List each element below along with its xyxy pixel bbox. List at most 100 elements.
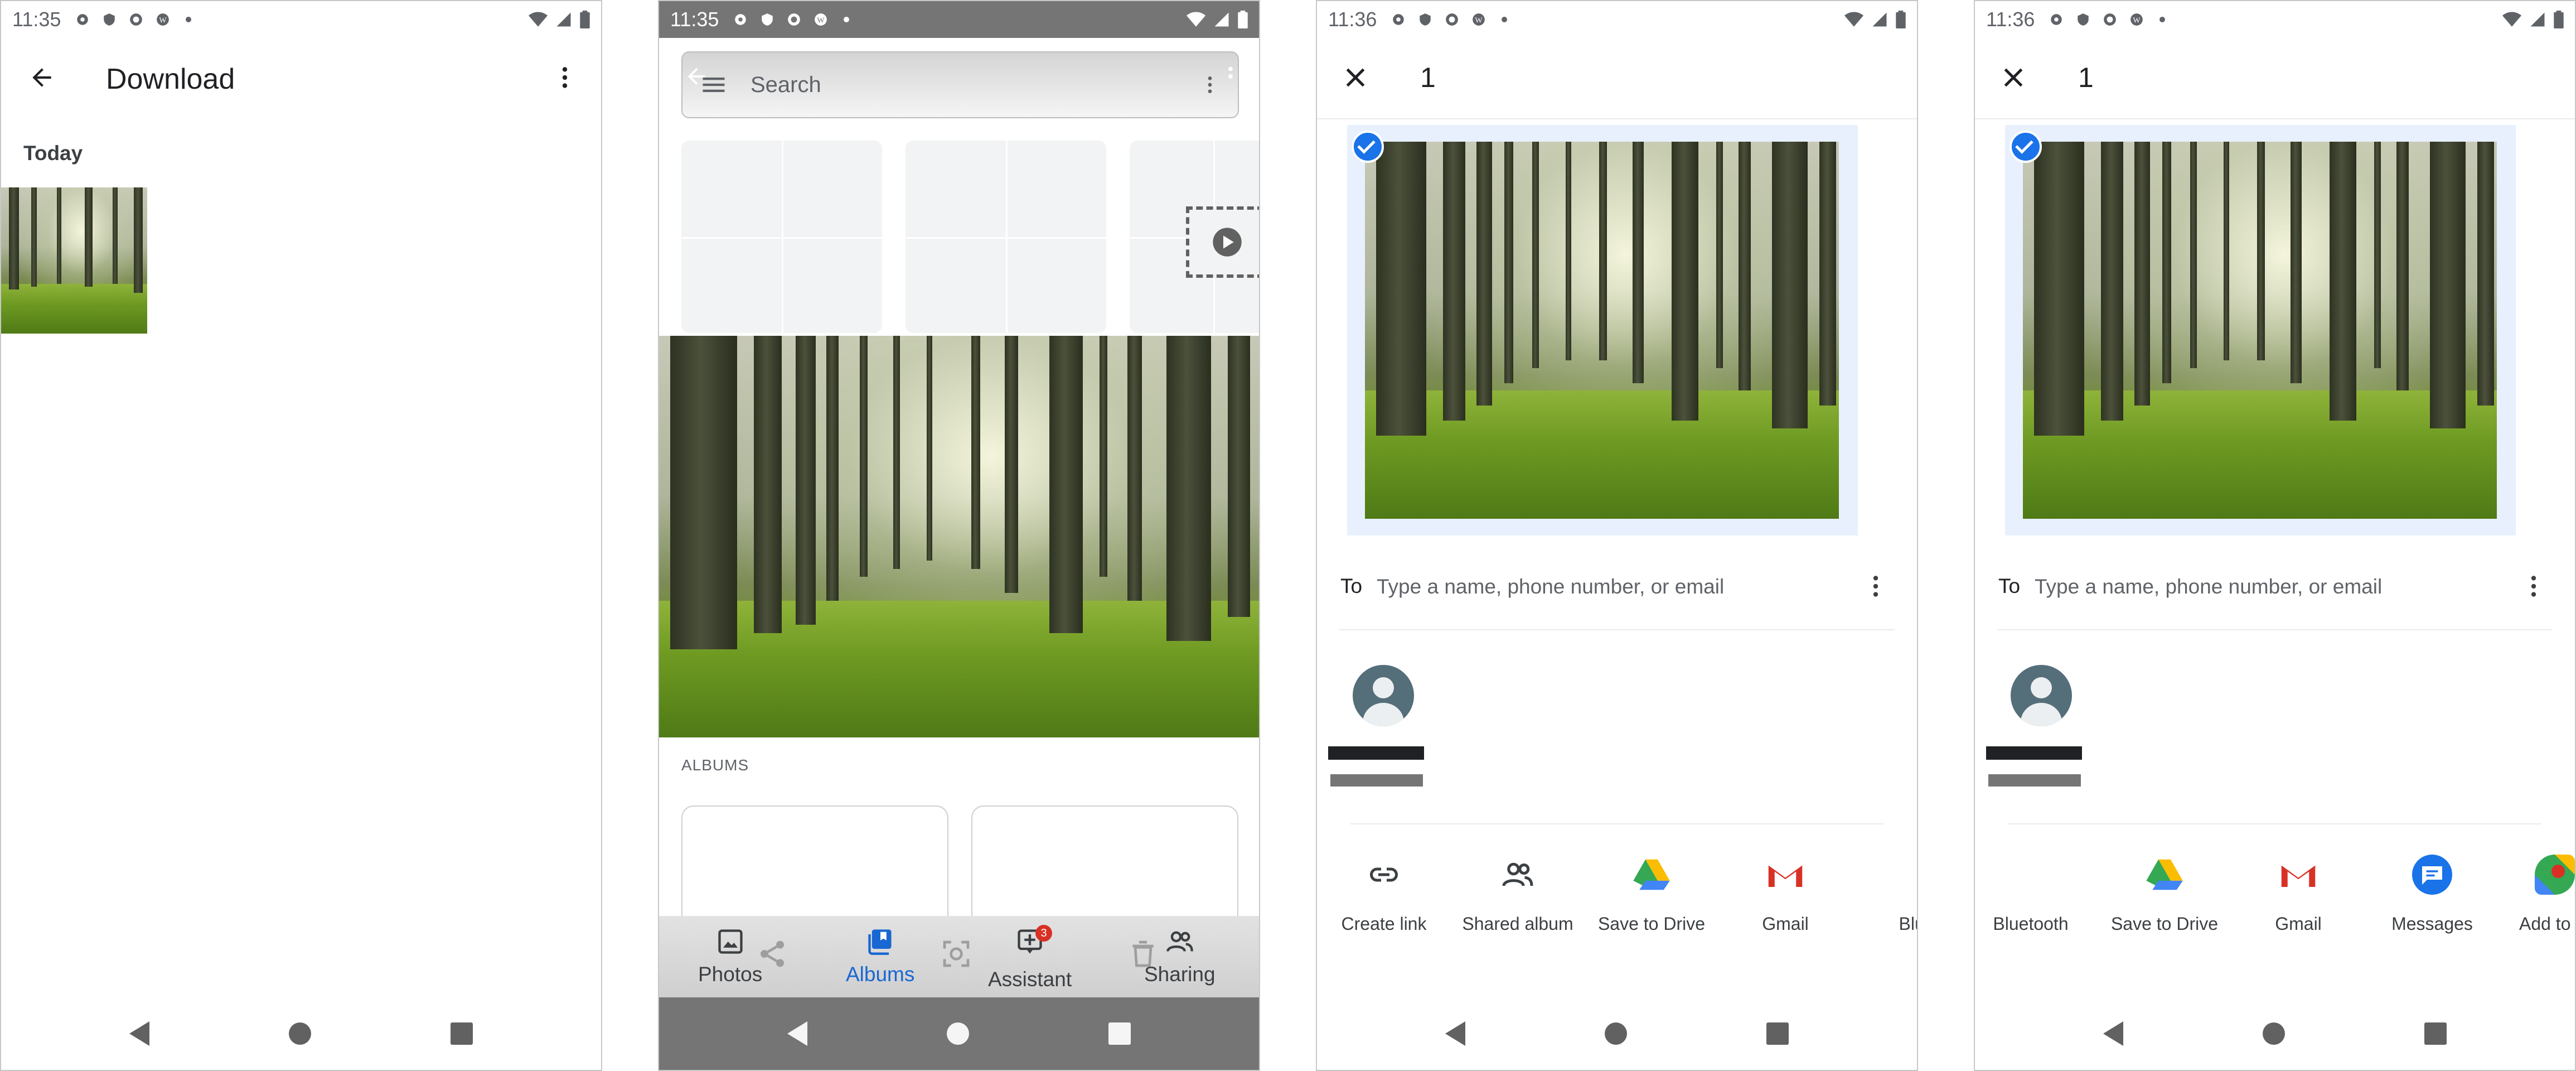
album-thumbnail-grid[interactable] xyxy=(681,141,882,333)
play-icon[interactable] xyxy=(1212,226,1243,258)
nav-recents-button[interactable] xyxy=(1108,1022,1131,1045)
more-options-icon[interactable] xyxy=(551,64,579,91)
lens-icon[interactable] xyxy=(941,938,972,969)
nav-home-button[interactable] xyxy=(1605,1022,1627,1045)
more-options-icon[interactable] xyxy=(2522,572,2545,600)
shield-icon xyxy=(104,13,115,26)
tab-assistant[interactable]: 3 Assistant xyxy=(988,925,1072,991)
gmail-icon xyxy=(2281,865,2316,887)
albums-icon xyxy=(868,929,892,955)
wifi-icon xyxy=(1844,12,1863,27)
share-app-create-link[interactable]: Create link xyxy=(1328,855,1440,934)
app-label: Gmail xyxy=(2275,914,2322,934)
nav-back-button[interactable] xyxy=(787,1021,807,1046)
system-nav-bar xyxy=(1975,997,2575,1070)
selected-photo[interactable] xyxy=(1365,142,1839,519)
selected-check-icon[interactable] xyxy=(2010,131,2042,163)
to-label: To xyxy=(1998,575,2021,597)
tab-albums[interactable]: Albums xyxy=(846,927,914,986)
link-icon xyxy=(1370,867,1398,882)
tab-sharing[interactable]: Sharing xyxy=(1144,927,1216,986)
vpn-icon xyxy=(788,13,801,26)
notification-dot-icon xyxy=(844,17,850,22)
recipient-input[interactable] xyxy=(1376,572,1835,601)
photo-preview[interactable] xyxy=(659,336,1259,737)
page-title: Download xyxy=(106,63,235,95)
selected-count: 1 xyxy=(2078,62,2094,93)
divider xyxy=(1975,118,2575,119)
battery-icon xyxy=(1896,11,1906,28)
svg-text:W: W xyxy=(817,16,825,25)
settings-icon xyxy=(1393,14,1405,25)
search-bar[interactable]: Search xyxy=(681,51,1239,118)
app-label: Save to Drive xyxy=(1597,914,1706,934)
nav-back-button[interactable] xyxy=(1445,1021,1465,1046)
share-app-bluetooth[interactable]: Bluetooth xyxy=(1975,855,2086,934)
wordpress-icon: W xyxy=(157,13,170,26)
shield-icon xyxy=(2078,13,2089,26)
signal-icon xyxy=(1872,12,1887,27)
nav-recents-button[interactable] xyxy=(1766,1022,1789,1045)
nav-back-button[interactable] xyxy=(2103,1021,2123,1046)
maps-icon xyxy=(2535,855,2575,895)
share-sheet-screen: 11:36 W 1 To Type a name, phone number, … xyxy=(1316,0,1918,1071)
bottom-tab-bar: Photos Albums 3 Assistant Sharing xyxy=(659,916,1259,1000)
signal-icon xyxy=(556,12,571,27)
close-icon[interactable] xyxy=(1342,64,1369,91)
selected-check-icon[interactable] xyxy=(1352,131,1384,163)
share-app-save-to-drive[interactable]: Save to Drive xyxy=(1596,855,1707,934)
close-icon[interactable] xyxy=(1999,64,2027,91)
contact-avatar[interactable] xyxy=(1353,665,1414,726)
share-app-save-to-drive[interactable]: Save to Drive xyxy=(2109,855,2220,934)
more-options-icon[interactable] xyxy=(1199,70,1221,99)
share-app-bluetooth[interactable]: Bluet xyxy=(1863,855,1917,934)
app-label: Create link xyxy=(1341,914,1427,934)
more-options-icon[interactable] xyxy=(1865,572,1887,600)
album-card[interactable] xyxy=(971,805,1238,918)
search-placeholder[interactable]: Search xyxy=(750,73,821,98)
status-time: 11:35 xyxy=(670,8,719,31)
app-label: Messages xyxy=(2391,914,2473,934)
wifi-icon xyxy=(2502,12,2521,27)
back-arrow-icon[interactable] xyxy=(684,64,709,89)
nav-home-button[interactable] xyxy=(947,1022,969,1045)
nav-recents-button[interactable] xyxy=(2424,1022,2447,1045)
back-arrow-icon[interactable] xyxy=(28,64,56,91)
share-app-messages[interactable]: Messages xyxy=(2376,855,2488,934)
divider xyxy=(1339,629,1895,630)
tab-photos[interactable]: Photos xyxy=(698,927,762,986)
app-label: Bluet xyxy=(1899,914,1917,934)
shield-icon xyxy=(762,13,773,26)
recipient-input[interactable] xyxy=(2033,572,2493,601)
share-app-gmail[interactable]: Gmail xyxy=(2243,855,2354,934)
photo-icon xyxy=(718,929,743,954)
status-bar: 11:35 W xyxy=(659,1,1259,38)
vpn-icon xyxy=(1446,13,1459,26)
share-app-gmail[interactable]: Gmail xyxy=(1730,855,1841,934)
app-label: Save to Drive xyxy=(2110,914,2219,934)
wifi-icon xyxy=(529,12,548,27)
contact-avatar[interactable] xyxy=(2011,665,2072,726)
selected-photo[interactable] xyxy=(2023,142,2497,519)
notification-dot-icon xyxy=(2159,17,2166,22)
notification-dot-icon xyxy=(186,17,192,22)
settings-icon xyxy=(735,14,747,25)
nav-home-button[interactable] xyxy=(2263,1022,2285,1045)
albums-section-label: ALBUMS xyxy=(681,756,749,774)
svg-text:W: W xyxy=(1475,16,1483,25)
signal-icon xyxy=(1214,12,1229,27)
to-label: To xyxy=(1340,575,1363,597)
nav-recents-button[interactable] xyxy=(451,1022,473,1045)
share-icon[interactable] xyxy=(757,938,788,969)
share-app-add-to-maps[interactable]: Add to M xyxy=(2499,855,2575,934)
tab-label: Sharing xyxy=(1144,963,1216,986)
album-thumbnail-grid[interactable] xyxy=(906,141,1106,333)
app-label: Add to M xyxy=(2519,914,2575,934)
share-app-shared-album[interactable]: Shared album xyxy=(1462,855,1573,934)
nav-back-button[interactable] xyxy=(129,1021,149,1046)
photo-thumbnail[interactable] xyxy=(1,187,147,334)
album-card[interactable] xyxy=(681,805,948,918)
nav-home-button[interactable] xyxy=(289,1022,311,1045)
divider xyxy=(1317,118,1917,119)
overflow-menu-icon[interactable] xyxy=(1222,64,1239,89)
